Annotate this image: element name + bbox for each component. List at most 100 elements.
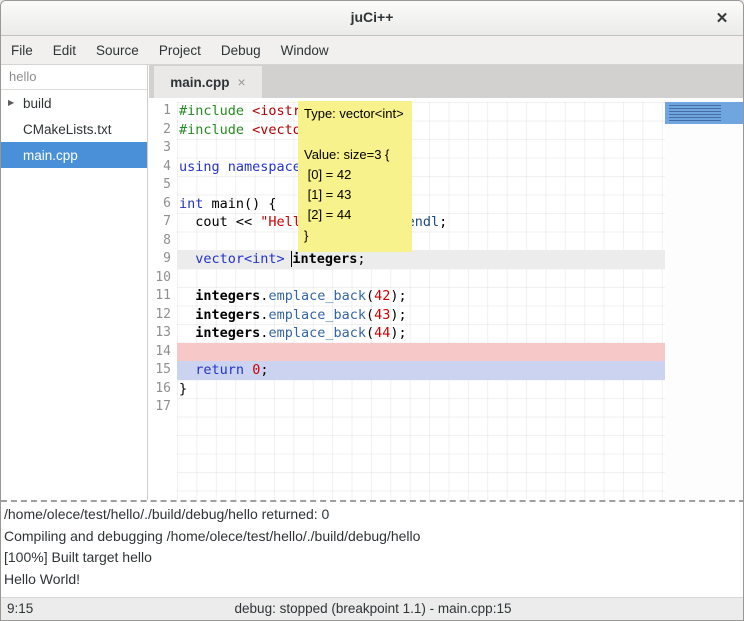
code-text [177,398,665,417]
line-number[interactable]: 14 [149,343,177,362]
code-segment: cout << [179,214,260,230]
code-text: integers.emplace_back(43); [177,306,665,325]
code-line[interactable]: 10 [149,269,665,288]
menu-item-debug[interactable]: Debug [211,36,271,64]
terminal-line: Hello World! [4,569,744,591]
juci-window: juCi++ ✕ FileEditSourceProjectDebugWindo… [0,0,744,621]
code-segment: #include [179,103,244,119]
line-number[interactable]: 10 [149,269,177,288]
line-number[interactable]: 4 [149,158,177,177]
tooltip-line: [1] = 43 [304,185,406,205]
code-segment: ); [390,325,406,341]
window-title: juCi++ [1,9,743,25]
code-line[interactable]: 9 vector<int> integers; [149,250,665,269]
status-bar: 9:15 debug: stopped (breakpoint 1.1) - m… [1,597,744,620]
menu-item-source[interactable]: Source [86,36,149,64]
tooltip-line: Type: vector<int> [304,104,406,124]
minimap-code-preview [669,105,721,121]
code-segment [220,159,228,175]
line-number[interactable]: 11 [149,287,177,306]
debug-status: debug: stopped (breakpoint 1.1) - main.c… [1,601,744,616]
code-segment: namespace [228,159,301,175]
code-segment: ; [357,251,365,267]
code-line[interactable]: 11 integers.emplace_back(42); [149,287,665,306]
code-segment: emplace_back [268,288,366,304]
code-line[interactable]: 12 integers.emplace_back(43); [149,306,665,325]
line-number[interactable]: 7 [149,213,177,232]
line-number[interactable]: 12 [149,306,177,325]
tab-main-cpp[interactable]: main.cpp × [154,66,262,98]
line-number[interactable]: 16 [149,380,177,399]
close-icon[interactable]: ✕ [711,8,733,30]
menu-bar: FileEditSourceProjectDebugWindow [1,36,743,65]
line-number[interactable]: 3 [149,139,177,158]
terminal-output[interactable]: /home/olece/test/hello/./build/debug/hel… [1,500,744,599]
tab-close-icon[interactable]: × [238,74,246,90]
menu-item-project[interactable]: Project [149,36,211,64]
code-segment [244,103,252,119]
code-text [177,139,665,158]
code-segment: emplace_back [268,325,366,341]
code-text: } [177,380,665,399]
code-line[interactable]: 16} [149,380,665,399]
code-text: integers.emplace_back(42); [177,287,665,306]
terminal-line: [100%] Built target hello [4,547,744,569]
code-text: vector<int> integers; [177,250,665,269]
tooltip-line: [0] = 42 [304,165,406,185]
line-number[interactable]: 6 [149,195,177,214]
sidebar-item-cmakelists-txt[interactable]: CMakeLists.txt [1,116,147,142]
line-number[interactable]: 15 [149,361,177,380]
minimap-slider[interactable] [665,102,744,124]
code-segment [244,362,252,378]
code-line[interactable]: 15 return 0; [149,361,665,380]
code-text [177,176,665,195]
tooltip-line [304,124,406,144]
tooltip-line: [2] = 44 [304,205,406,225]
menu-item-file[interactable]: File [1,36,43,64]
line-number[interactable]: 13 [149,324,177,343]
code-segment: 44 [374,325,390,341]
code-line[interactable]: 13 integers.emplace_back(44); [149,324,665,343]
code-segment: return [195,362,244,378]
code-segment [179,288,195,304]
expander-icon[interactable]: ▶ [8,98,14,107]
code-segment: integers [291,251,357,267]
menu-item-edit[interactable]: Edit [43,36,86,64]
terminal-line: Compiling and debugging /home/olece/test… [4,526,744,548]
code-segment: 43 [374,307,390,323]
sidebar-item-main-cpp[interactable]: main.cpp [1,142,147,168]
code-segment: emplace_back [268,307,366,323]
code-segment: ; [260,362,268,378]
code-segment: using [179,159,220,175]
tab-label: main.cpp [170,75,229,90]
line-number[interactable]: 1 [149,102,177,121]
code-segment: integers [195,325,260,341]
code-line[interactable]: 14 [149,343,665,362]
debug-value-tooltip: Type: vector<int> Value: size=3 { [0] = 4… [298,101,412,252]
file-name: build [23,96,52,111]
code-segment: ); [390,307,406,323]
code-segment [179,362,195,378]
code-text: int main() { [177,195,665,214]
line-number[interactable]: 17 [149,398,177,417]
minimap[interactable] [665,98,744,500]
tab-bar: main.cpp × [149,65,744,98]
code-line[interactable]: 17 [149,398,665,417]
line-number[interactable]: 9 [149,250,177,269]
code-segment: int [179,196,203,212]
file-name: CMakeLists.txt [23,122,112,137]
code-segment: main() { [203,196,276,212]
code-segment: ( [366,325,374,341]
line-number[interactable]: 5 [149,176,177,195]
menu-item-window[interactable]: Window [271,36,339,64]
code-segment: 42 [374,288,390,304]
line-number[interactable]: 2 [149,121,177,140]
code-text: return 0; [177,361,665,380]
line-number[interactable]: 8 [149,232,177,251]
tooltip-line: Value: size=3 { [304,145,406,165]
code-segment: ( [366,288,374,304]
sidebar-item-build[interactable]: ▶ build [1,90,147,116]
tooltip-line: } [304,226,406,246]
code-segment [179,307,195,323]
title-bar[interactable]: juCi++ ✕ [1,1,743,36]
